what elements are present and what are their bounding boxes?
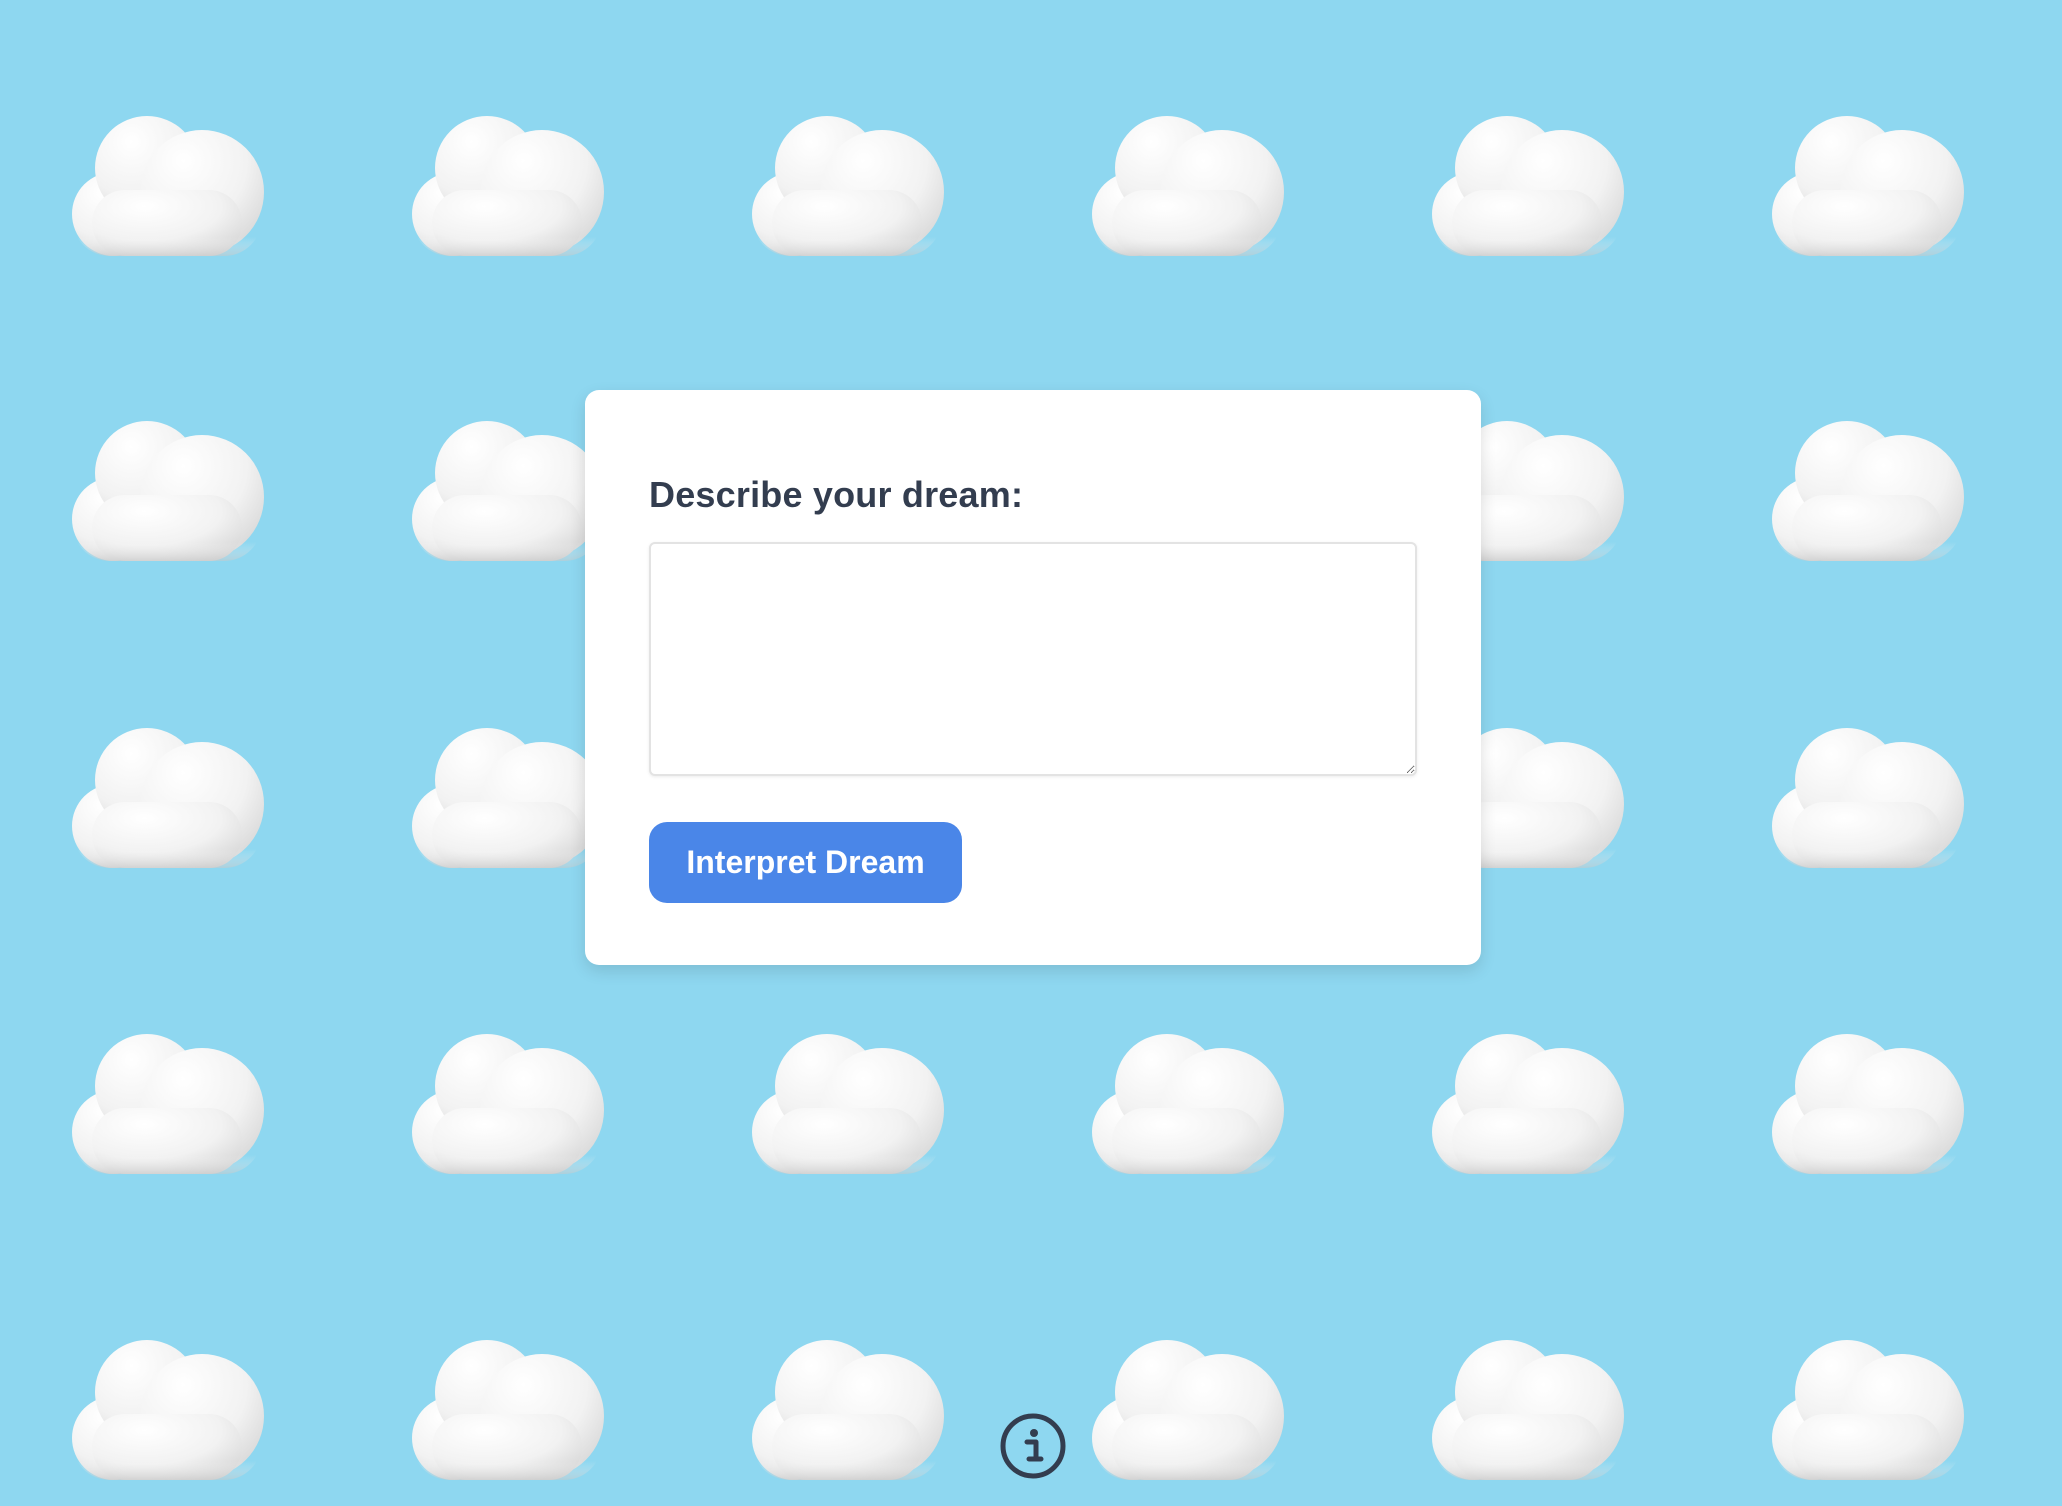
cloud-icon <box>52 110 266 256</box>
cloud-icon <box>52 415 266 561</box>
dream-label: Describe your dream: <box>649 474 1024 515</box>
cloud-icon <box>1752 1028 1966 1174</box>
cloud-icon <box>392 110 606 256</box>
cloud-icon <box>392 415 606 561</box>
interpret-dream-button[interactable]: Interpret Dream <box>649 822 962 903</box>
info-button[interactable] <box>999 1412 1067 1480</box>
cloud-icon <box>1752 110 1966 256</box>
cloud-icon <box>1752 415 1966 561</box>
cloud-icon <box>732 1334 946 1480</box>
cloud-icon <box>1752 722 1966 868</box>
cloud-icon <box>52 1028 266 1174</box>
cloud-icon <box>52 1334 266 1480</box>
cloud-icon <box>1072 1028 1286 1174</box>
dream-textarea[interactable] <box>649 542 1417 776</box>
cloud-icon <box>1072 110 1286 256</box>
cloud-icon <box>392 722 606 868</box>
cloud-icon <box>1072 1334 1286 1480</box>
cloud-icon <box>1752 1334 1966 1480</box>
cloud-icon <box>1412 1334 1626 1480</box>
cloud-icon <box>392 1028 606 1174</box>
cloud-icon <box>392 1334 606 1480</box>
cloud-icon <box>732 1028 946 1174</box>
cloud-icon <box>52 722 266 868</box>
cloud-icon <box>732 110 946 256</box>
cloud-icon <box>1412 1028 1626 1174</box>
cloud-icon <box>1412 110 1626 256</box>
dream-form-card: Describe your dream: Interpret Dream <box>585 390 1481 965</box>
info-icon <box>1000 1413 1066 1479</box>
